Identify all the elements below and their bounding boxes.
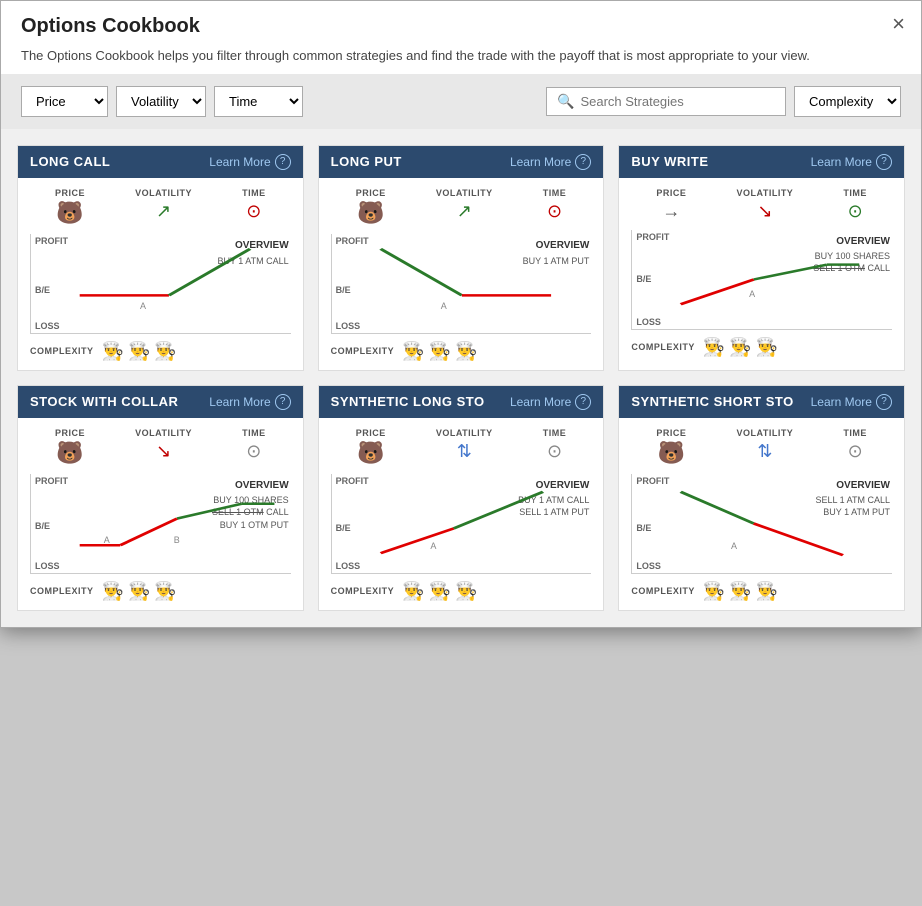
card-body-synthetic-long: PRICE 🐻 VOLATILITY ⇅ TIME ⊙ PROFIT B/E — [319, 418, 604, 610]
chef-icon-2: 👨‍🍳 — [128, 342, 150, 360]
chart-buy-write: PROFIT B/E LOSS A OVERVIEW BUY 100 SHARE… — [631, 230, 892, 330]
search-icon: 🔍 — [557, 93, 574, 110]
card-title-stock-collar: STOCK WITH COLLAR — [30, 394, 178, 409]
card-body-buy-write: PRICE → VOLATILITY ↘ TIME ⊙ PROFIT B/E — [619, 178, 904, 366]
chef-icon-1: 👨‍🍳 — [102, 342, 124, 360]
price-icon: 🐻 — [56, 202, 83, 224]
card-header-synthetic-short: SYNTHETIC SHORT STO Learn More ? — [619, 386, 904, 418]
indicators-row: PRICE 🐻 VOLATILITY ↗ TIME ⊙ — [30, 188, 291, 224]
learn-more-stock-collar[interactable]: Learn More ? — [209, 394, 290, 410]
learn-more-synthetic-long[interactable]: Learn More ? — [510, 394, 591, 410]
card-synthetic-long: SYNTHETIC LONG STO Learn More ? PRICE 🐻 … — [318, 385, 605, 611]
card-title-buy-write: BUY WRITE — [631, 154, 708, 169]
options-cookbook-modal: Options Cookbook × The Options Cookbook … — [0, 0, 922, 628]
chart-stock-collar: PROFIT B/E LOSS A B OVERVIEW BUY 100 SHA… — [30, 474, 291, 574]
time-indicator: TIME ⊙ — [242, 188, 266, 224]
complexity-filter[interactable]: Complexity Low Medium High — [794, 86, 901, 117]
chart-long-call: PROFIT B/E LOSS A OVERVIEW BUY 1 ATM CAL… — [30, 234, 291, 334]
learn-more-long-put[interactable]: Learn More ? — [510, 154, 591, 170]
time-icon: ⊙ — [246, 202, 261, 220]
card-body-stock-collar: PRICE 🐻 VOLATILITY ↘ TIME ⊙ PROFIT B/E — [18, 418, 303, 610]
card-buy-write: BUY WRITE Learn More ? PRICE → VOLATILIT… — [618, 145, 905, 371]
card-header-long-put: LONG PUT Learn More ? — [319, 146, 604, 178]
learn-more-buy-write[interactable]: Learn More ? — [811, 154, 892, 170]
price-icon-put: 🐻 — [357, 202, 384, 224]
volatility-indicator: VOLATILITY ↗ — [135, 188, 192, 224]
price-filter[interactable]: Price Bullish Bearish Neutral — [21, 86, 108, 117]
chart-svg-long-call — [31, 234, 291, 333]
card-long-put: LONG PUT Learn More ? PRICE 🐻 VOLATILITY… — [318, 145, 605, 371]
price-indicator: PRICE 🐻 — [55, 188, 85, 224]
card-title-synthetic-short: SYNTHETIC SHORT STO — [631, 394, 793, 409]
cards-grid: LONG CALL Learn More ? PRICE 🐻 VOLATILIT… — [1, 129, 921, 627]
card-stock-collar: STOCK WITH COLLAR Learn More ? PRICE 🐻 V… — [17, 385, 304, 611]
volatility-filter[interactable]: Volatility High Low Neutral — [116, 86, 206, 117]
card-synthetic-short: SYNTHETIC SHORT STO Learn More ? PRICE 🐻… — [618, 385, 905, 611]
card-header-stock-collar: STOCK WITH COLLAR Learn More ? — [18, 386, 303, 418]
card-long-call: LONG CALL Learn More ? PRICE 🐻 VOLATILIT… — [17, 145, 304, 371]
search-input[interactable] — [580, 94, 775, 109]
learn-more-synthetic-short[interactable]: Learn More ? — [811, 394, 892, 410]
card-title-long-put: LONG PUT — [331, 154, 402, 169]
filter-bar: Price Bullish Bearish Neutral Volatility… — [1, 74, 921, 129]
card-body-long-put: PRICE 🐻 VOLATILITY ↗ TIME ⊙ PROFIT B/E — [319, 178, 604, 370]
card-title-long-call: LONG CALL — [30, 154, 110, 169]
learn-more-long-call[interactable]: Learn More ? — [209, 154, 290, 170]
modal-title: Options Cookbook — [21, 15, 901, 38]
card-header-long-call: LONG CALL Learn More ? — [18, 146, 303, 178]
chart-long-put: PROFIT B/E LOSS A OVERVIEW BUY 1 ATM PUT — [331, 234, 592, 334]
card-body-long-call: PRICE 🐻 VOLATILITY ↗ TIME ⊙ PROFIT B/E — [18, 178, 303, 370]
close-button[interactable]: × — [892, 13, 905, 35]
card-body-synthetic-short: PRICE 🐻 VOLATILITY ⇅ TIME ⊙ PROFIT B/E — [619, 418, 904, 610]
search-box: 🔍 — [546, 87, 786, 116]
card-header-synthetic-long: SYNTHETIC LONG STO Learn More ? — [319, 386, 604, 418]
learn-more-icon: ? — [275, 154, 291, 170]
chart-synthetic-short: PROFIT B/E LOSS A OVERVIEW SELL 1 ATM CA… — [631, 474, 892, 574]
card-title-synthetic-long: SYNTHETIC LONG STO — [331, 394, 485, 409]
card-header-buy-write: BUY WRITE Learn More ? — [619, 146, 904, 178]
modal-description: The Options Cookbook helps you filter th… — [21, 46, 901, 66]
chef-icon-3: 👨‍🍳 — [154, 342, 176, 360]
modal-header: Options Cookbook × The Options Cookbook … — [1, 1, 921, 74]
complexity-row-long-call: COMPLEXITY 👨‍🍳 👨‍🍳 👨‍🍳 — [30, 342, 291, 360]
chart-synthetic-long: PROFIT B/E LOSS A OVERVIEW BUY 1 ATM CAL… — [331, 474, 592, 574]
volatility-icon: ↗ — [156, 202, 171, 220]
time-filter[interactable]: Time Short Medium Long — [214, 86, 303, 117]
